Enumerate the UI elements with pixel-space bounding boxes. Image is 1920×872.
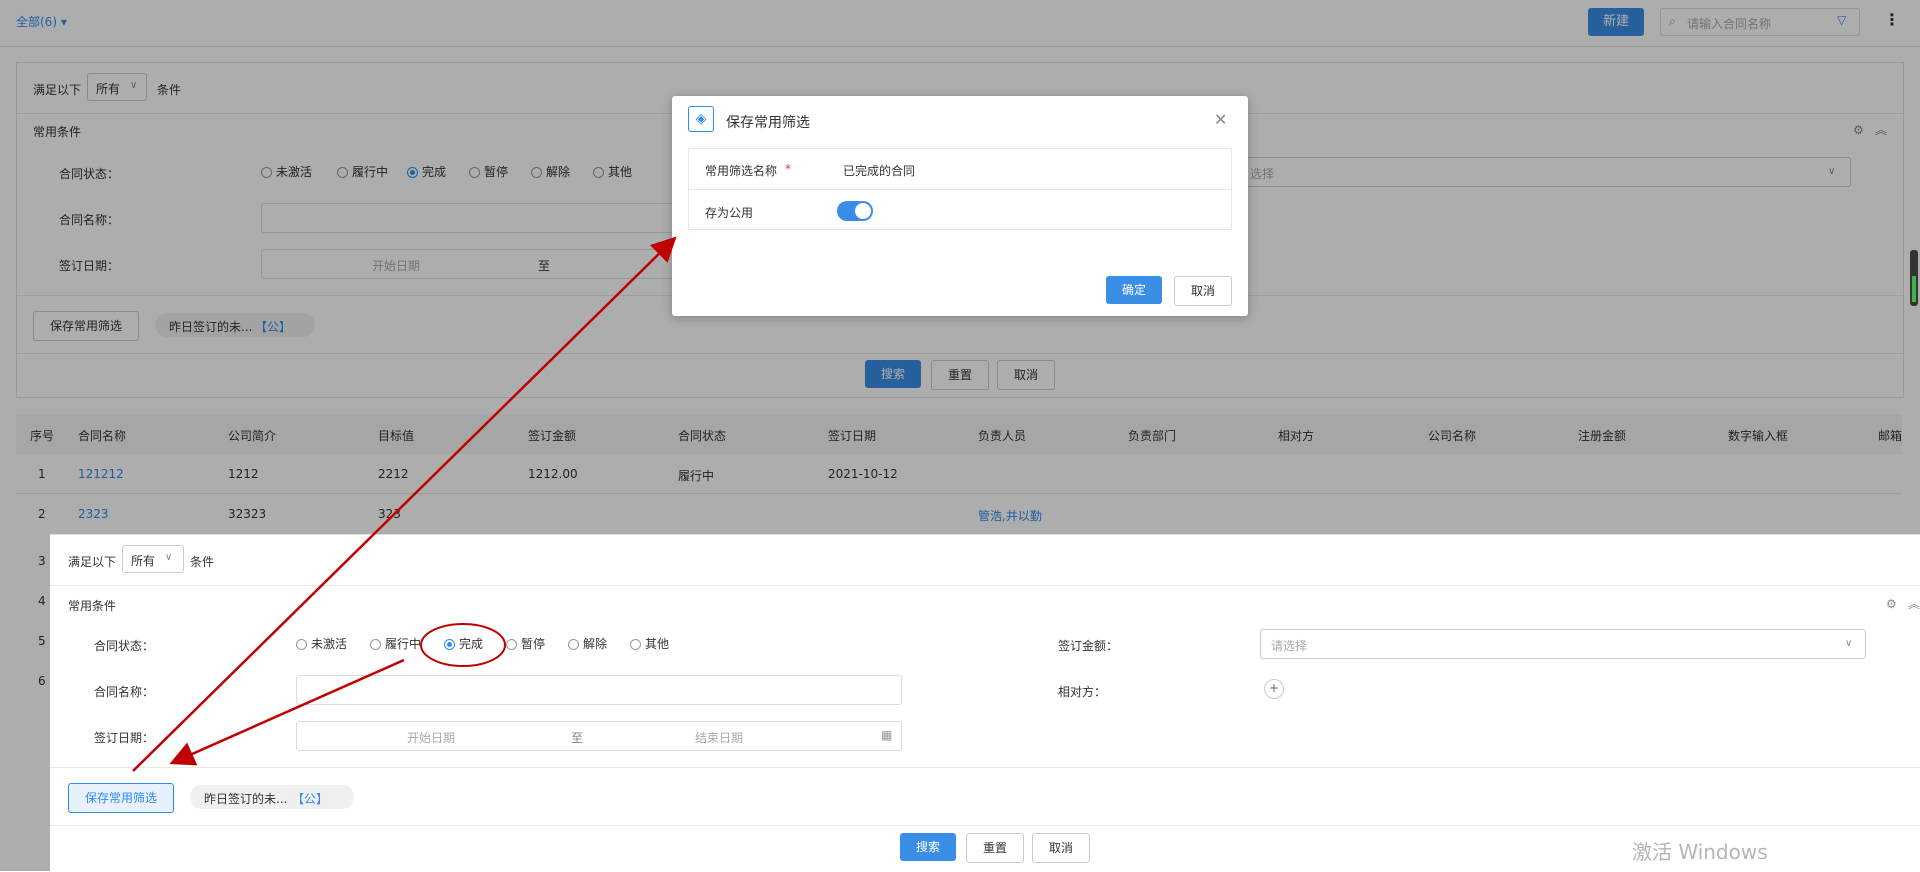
date-range-input[interactable]: 开始日期 至 结束日期 ▦: [296, 721, 902, 751]
dialog-form: 常用筛选名称 * 已完成的合同 存为公用: [688, 148, 1232, 230]
layers-icon: ◈: [688, 106, 714, 132]
amount-select[interactable]: 请选择 ∨: [1260, 629, 1866, 659]
date-start-placeholder: 开始日期: [407, 731, 456, 745]
date-label: 签订日期：: [94, 731, 155, 745]
match-value: 所有: [131, 554, 156, 568]
match-prefix: 满足以下: [68, 555, 117, 569]
calendar-icon[interactable]: ▦: [881, 728, 892, 742]
radio-status-4[interactable]: 解除: [568, 635, 607, 652]
saved-tag-public: 【公】: [292, 792, 329, 806]
filter-name-input[interactable]: 已完成的合同: [843, 162, 915, 179]
collapse-icon[interactable]: ︽: [1908, 595, 1920, 612]
public-toggle[interactable]: [837, 201, 873, 221]
match-select[interactable]: 所有 ∨: [122, 545, 184, 573]
ok-button[interactable]: 确定: [1106, 276, 1162, 304]
radio-status-2[interactable]: 完成: [444, 635, 483, 652]
page-scrollbar[interactable]: [1910, 250, 1918, 306]
amount-placeholder: 请选择: [1271, 639, 1308, 653]
add-counterparty-button[interactable]: +: [1264, 679, 1284, 699]
status-radio-group: 未激活 履行中 完成 暂停 解除 其他: [296, 635, 716, 653]
date-separator: 至: [571, 731, 584, 745]
saved-filter-tag[interactable]: 昨日签订的未... 【公】: [190, 785, 354, 809]
counterparty-label: 相对方：: [1058, 685, 1107, 699]
chevron-down-icon: ∨: [1845, 638, 1853, 649]
status-label: 合同状态：: [94, 639, 155, 653]
settings-icon[interactable]: ⚙: [1886, 597, 1897, 611]
reset-button[interactable]: 重置: [966, 833, 1024, 863]
required-mark: *: [785, 162, 791, 176]
saved-tag-text: 昨日签订的未...: [204, 792, 288, 806]
filter-name-label: 常用筛选名称: [705, 164, 778, 178]
radio-status-3[interactable]: 暂停: [506, 635, 545, 652]
radio-status-0[interactable]: 未激活: [296, 635, 347, 652]
name-label: 合同名称：: [94, 685, 155, 699]
contract-name-input[interactable]: [296, 675, 902, 705]
close-icon[interactable]: ✕: [1214, 110, 1227, 129]
search-button[interactable]: 搜索: [900, 833, 956, 861]
date-end-placeholder: 结束日期: [695, 731, 744, 745]
public-label: 存为公用: [705, 206, 754, 220]
save-filter-button[interactable]: 保存常用筛选: [68, 783, 174, 813]
windows-activation-watermark: 激活 Windows: [1632, 840, 1768, 864]
zoomed-filter-panel: 满足以下 所有 ∨ 条件 常用条件 ⚙ ︽ 合同状态： 未激活 履行中 完成 暂…: [50, 534, 1920, 872]
radio-status-1[interactable]: 履行中: [370, 635, 421, 652]
amount-label: 签订金额：: [1058, 639, 1119, 653]
chevron-down-icon: ∨: [165, 552, 173, 563]
dialog-title: 保存常用筛选: [726, 115, 810, 131]
section-title: 常用条件: [68, 599, 117, 613]
save-filter-dialog: ◈ 保存常用筛选 ✕ 常用筛选名称 * 已完成的合同 存为公用 确定 取消: [672, 96, 1248, 316]
cancel-button[interactable]: 取消: [1032, 833, 1090, 863]
radio-status-5[interactable]: 其他: [630, 635, 669, 652]
dialog-cancel-button[interactable]: 取消: [1174, 276, 1232, 306]
match-suffix: 条件: [190, 555, 215, 569]
